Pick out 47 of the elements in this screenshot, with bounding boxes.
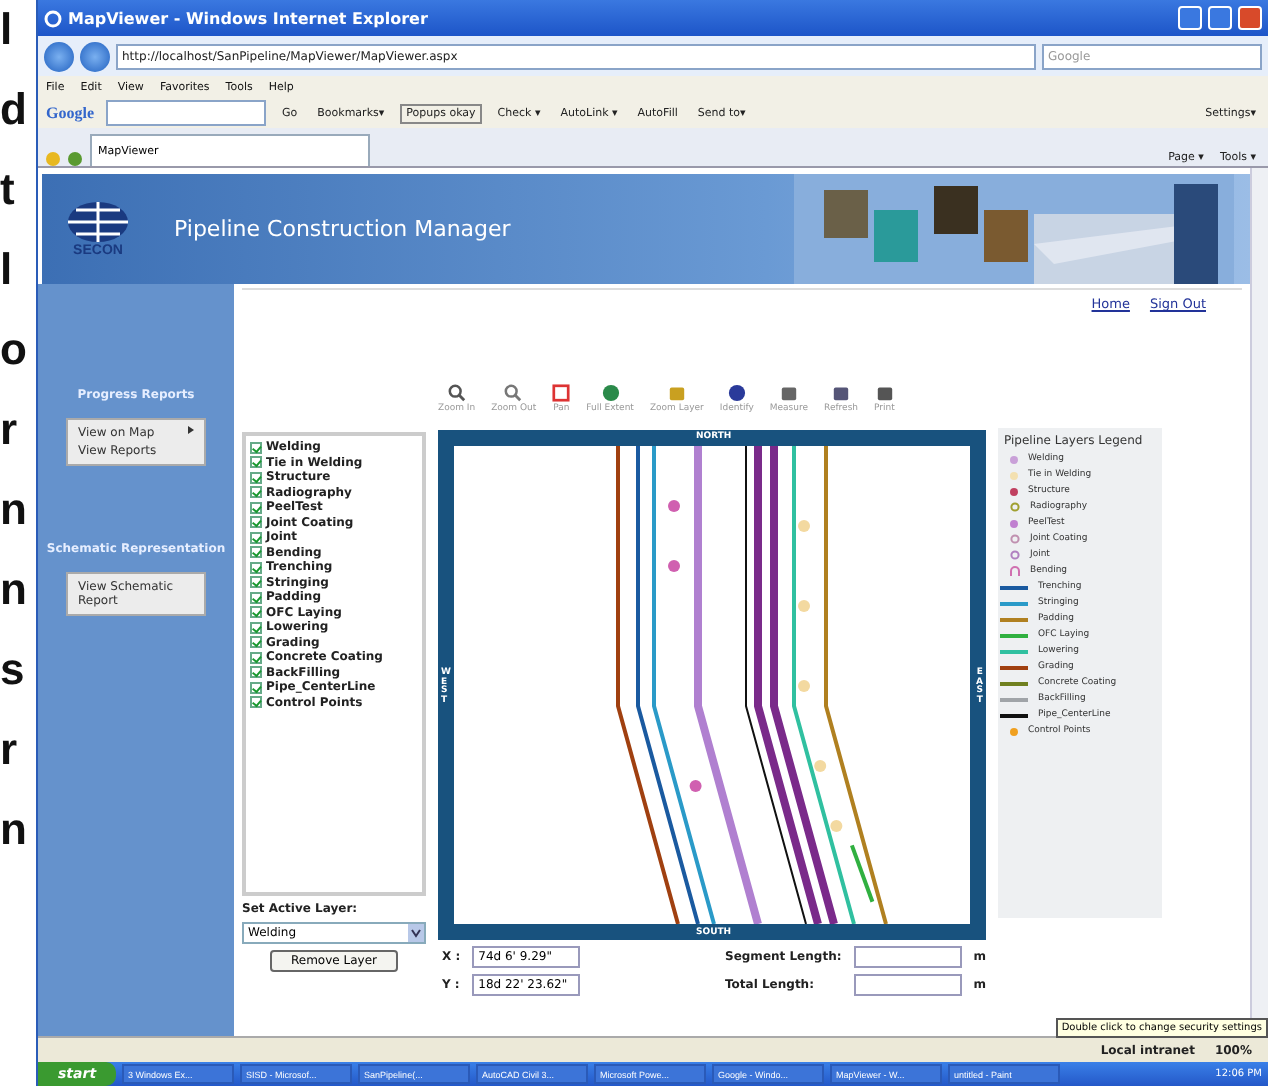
checkbox[interactable]: [250, 696, 262, 708]
checkbox[interactable]: [250, 606, 262, 618]
print-text: l: [0, 4, 15, 54]
print-text: n: [0, 484, 29, 534]
print-text: n: [0, 564, 29, 614]
checkbox[interactable]: [250, 591, 262, 603]
checkbox[interactable]: [250, 561, 262, 573]
add-favorite-icon[interactable]: [68, 152, 82, 166]
checkbox[interactable]: [250, 621, 262, 633]
checkbox[interactable]: [250, 441, 262, 453]
print-text: s: [0, 644, 27, 694]
window-title: MapViewer - Windows Internet Explorer: [68, 9, 430, 27]
print-text: d: [0, 84, 29, 134]
print-text: r: [0, 724, 20, 774]
print-text: n: [0, 804, 29, 854]
print-text: t: [0, 164, 17, 214]
print-text: r: [0, 404, 20, 454]
google-search-field[interactable]: [106, 100, 266, 126]
checkbox[interactable]: [250, 456, 262, 468]
checkbox[interactable]: [250, 681, 262, 693]
google-logo: Google: [46, 104, 94, 122]
checkbox[interactable]: [250, 516, 262, 528]
forward-button[interactable]: [80, 41, 110, 71]
minimize-button[interactable]: [1178, 6, 1202, 30]
length-field[interactable]: [853, 974, 962, 996]
checkbox[interactable]: [250, 501, 262, 513]
checkbox[interactable]: [250, 546, 262, 558]
print-text: l: [0, 244, 15, 294]
submenu-arrow-icon: [188, 426, 194, 434]
length-field[interactable]: [853, 946, 962, 968]
checkbox[interactable]: [250, 651, 262, 663]
globe-logo-icon: [66, 200, 130, 244]
dropdown-icon: [408, 924, 424, 942]
checkbox[interactable]: [250, 486, 262, 498]
maximize-button[interactable]: [1208, 6, 1232, 30]
back-button[interactable]: [44, 41, 74, 71]
print-text: o: [0, 324, 29, 374]
zoom-out-icon: [504, 384, 523, 402]
browser-logo-icon: [44, 9, 62, 27]
app-title: Pipeline Construction Manager: [174, 216, 513, 242]
zoom-in-icon: [447, 384, 466, 402]
checkbox[interactable]: [250, 636, 262, 648]
checkbox[interactable]: [250, 666, 262, 678]
close-button[interactable]: [1238, 6, 1262, 30]
checkbox[interactable]: [250, 531, 262, 543]
checkbox[interactable]: [250, 471, 262, 483]
checkbox[interactable]: [250, 576, 262, 588]
